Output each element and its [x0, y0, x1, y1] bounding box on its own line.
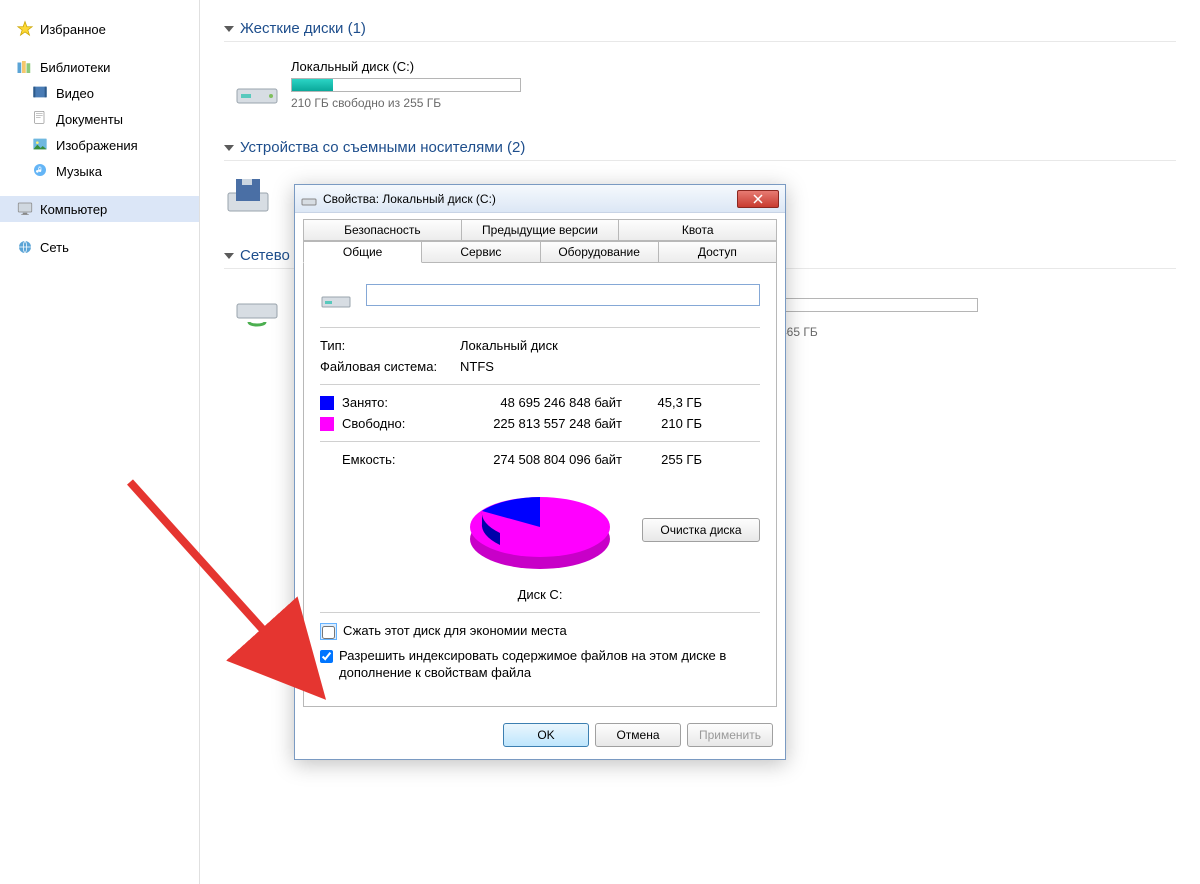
compress-checkbox[interactable]	[322, 626, 335, 639]
section-title: Жесткие диски (1)	[240, 20, 366, 37]
sidebar-label: Избранное	[40, 22, 106, 37]
free-color-swatch	[320, 417, 334, 431]
index-checkbox-row[interactable]: Разрешить индексировать содержимое файло…	[320, 648, 760, 682]
libraries-icon	[16, 58, 34, 76]
used-label: Занято:	[342, 395, 442, 410]
floppy-icon[interactable]	[224, 169, 272, 217]
tab-previous-versions[interactable]: Предыдущие версии	[461, 219, 620, 241]
dialog-body: Тип: Локальный диск Файловая система: NT…	[303, 262, 777, 707]
sidebar-images[interactable]: Изображения	[0, 132, 199, 158]
removable-section-header[interactable]: Устройства со съемными носителями (2)	[224, 139, 1176, 161]
documents-icon	[32, 110, 50, 128]
fs-label: Файловая система:	[320, 359, 460, 374]
sidebar-network[interactable]: Сеть	[0, 234, 199, 260]
sidebar-libraries[interactable]: Библиотеки	[0, 54, 199, 80]
compress-checkbox-row[interactable]: Сжать этот диск для экономии места	[320, 623, 760, 640]
hdd-section-header[interactable]: Жесткие диски (1)	[224, 20, 1176, 42]
cancel-button[interactable]: Отмена	[595, 723, 681, 747]
sidebar-label: Документы	[56, 112, 123, 127]
tabs: Безопасность Предыдущие версии Квота Общ…	[295, 213, 785, 263]
ok-button[interactable]: OK	[503, 723, 589, 747]
images-icon	[32, 136, 50, 154]
type-value: Локальный диск	[460, 338, 760, 353]
sidebar-documents[interactable]: Документы	[0, 106, 199, 132]
free-gb: 210 ГБ	[622, 416, 702, 431]
dialog-titlebar[interactable]: Свойства: Локальный диск (C:)	[295, 185, 785, 213]
tab-hardware[interactable]: Оборудование	[540, 241, 659, 263]
index-checkbox[interactable]	[320, 650, 333, 663]
capacity-gb: 255 ГБ	[622, 452, 702, 467]
sidebar-video[interactable]: Видео	[0, 80, 199, 106]
hdd-icon	[233, 61, 281, 109]
sidebar-favorites[interactable]: Избранное	[0, 16, 199, 42]
computer-icon	[16, 200, 34, 218]
sidebar-label: Сеть	[40, 240, 69, 255]
tab-quota[interactable]: Квота	[618, 219, 777, 241]
used-bytes: 48 695 246 848 байт	[442, 395, 622, 410]
sidebar-label: Изображения	[56, 138, 138, 153]
capacity-bytes: 274 508 804 096 байт	[442, 452, 622, 467]
capacity-label: Емкость:	[342, 452, 442, 467]
sidebar-label: Музыка	[56, 164, 102, 179]
drive-name: Локальный диск (C:)	[291, 59, 565, 74]
close-button[interactable]	[737, 190, 779, 208]
tab-security[interactable]: Безопасность	[303, 219, 462, 241]
index-label: Разрешить индексировать содержимое файло…	[339, 648, 760, 682]
cleanup-button[interactable]: Очистка диска	[642, 518, 760, 542]
drive-free-text: 210 ГБ свободно из 255 ГБ	[291, 96, 565, 110]
sidebar: Избранное Библиотеки Видео Документы	[0, 0, 200, 884]
collapse-arrow-icon	[224, 253, 234, 259]
tab-service[interactable]: Сервис	[421, 241, 540, 263]
sidebar-music[interactable]: Музыка	[0, 158, 199, 184]
partial-progress-bar	[760, 298, 978, 312]
drive-icon	[301, 191, 317, 207]
video-icon	[32, 84, 50, 102]
drive-c-card[interactable]: Локальный диск (C:) 210 ГБ свободно из 2…	[224, 50, 574, 119]
collapse-arrow-icon	[224, 26, 234, 32]
compress-label: Сжать этот диск для экономии места	[343, 623, 567, 640]
drive-name-input[interactable]	[366, 284, 760, 306]
free-label: Свободно:	[342, 416, 442, 431]
dialog-title: Свойства: Локальный диск (C:)	[323, 192, 737, 206]
tab-share[interactable]: Доступ	[658, 241, 777, 263]
fs-value: NTFS	[460, 359, 760, 374]
section-title: Сетево	[240, 247, 290, 264]
properties-dialog: Свойства: Локальный диск (C:) Безопаснос…	[294, 184, 786, 760]
network-drive-icon	[233, 286, 281, 334]
section-title: Устройства со съемными носителями (2)	[240, 139, 525, 156]
sidebar-label: Компьютер	[40, 202, 107, 217]
drive-progress	[291, 78, 521, 92]
free-bytes: 225 813 557 248 байт	[442, 416, 622, 431]
apply-button[interactable]: Применить	[687, 723, 773, 747]
network-icon	[16, 238, 34, 256]
drive-info: Локальный диск (C:) 210 ГБ свободно из 2…	[291, 59, 565, 110]
star-icon	[16, 20, 34, 38]
dialog-footer: OK Отмена Применить	[295, 715, 785, 759]
sidebar-label: Библиотеки	[40, 60, 110, 75]
used-color-swatch	[320, 396, 334, 410]
sidebar-label: Видео	[56, 86, 94, 101]
tab-general[interactable]: Общие	[303, 241, 422, 263]
sidebar-computer[interactable]: Компьютер	[0, 196, 199, 222]
music-icon	[32, 162, 50, 180]
hdd-icon	[320, 279, 352, 311]
collapse-arrow-icon	[224, 145, 234, 151]
type-label: Тип:	[320, 338, 460, 353]
disk-label: Диск C:	[320, 587, 760, 602]
used-gb: 45,3 ГБ	[622, 395, 702, 410]
